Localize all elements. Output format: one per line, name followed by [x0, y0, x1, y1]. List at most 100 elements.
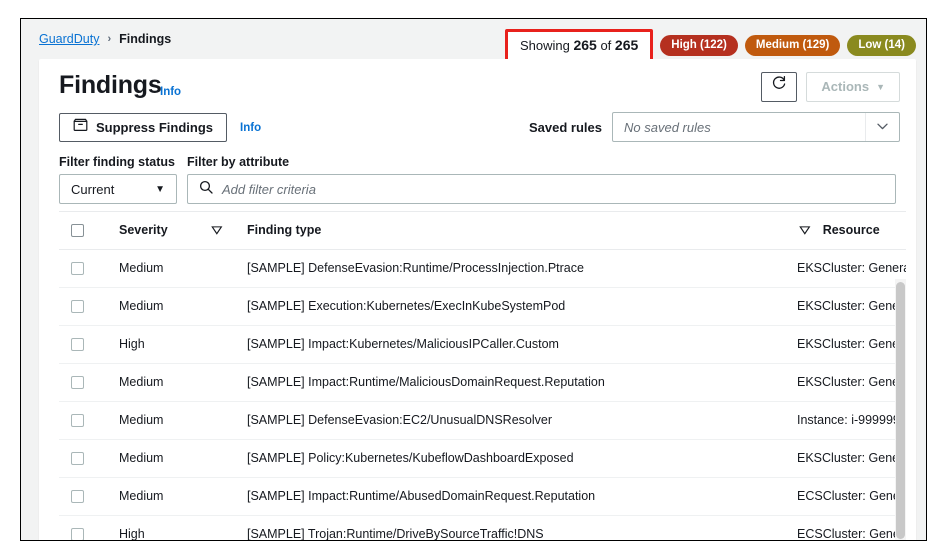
saved-rules-group: Saved rules No saved rules — [529, 112, 900, 142]
sort-descending-icon-resource[interactable]: ▽ — [800, 225, 810, 236]
filter-search-placeholder: Add filter criteria — [222, 181, 316, 197]
table-header-row: Severity ▽ Finding type ▽ Resource — [59, 212, 906, 250]
filter-row: Filter finding status Filter by attribut… — [39, 153, 916, 211]
row-checkbox[interactable] — [71, 489, 84, 503]
filter-search-input[interactable]: Add filter criteria — [187, 174, 896, 204]
filter-status-value: Current — [71, 181, 115, 197]
row-checkbox[interactable] — [71, 299, 84, 313]
archive-folder-icon — [73, 114, 88, 142]
findings-table: Severity ▽ Finding type ▽ Resource Mediu… — [59, 212, 906, 540]
row-select-cell — [59, 325, 119, 364]
filter-status-select[interactable]: Current ▼ — [59, 174, 177, 204]
actions-button[interactable]: Actions ▼ — [806, 72, 900, 102]
table-row[interactable]: High [SAMPLE] Impact:Kubernetes/Maliciou… — [59, 325, 906, 364]
breadcrumb: GuardDuty › Findings — [39, 32, 171, 46]
scrollbar-thumb[interactable] — [896, 282, 905, 539]
row-checkbox[interactable] — [71, 527, 84, 540]
refresh-icon — [771, 73, 787, 101]
row-finding-type[interactable]: [SAMPLE] Impact:Runtime/MaliciousDomainR… — [247, 363, 797, 402]
severity-pill-medium[interactable]: Medium (129) — [744, 35, 841, 56]
saved-rules-label: Saved rules — [529, 119, 602, 135]
screenshot-root: GuardDuty › Findings Showing 265 of 265 … — [0, 0, 931, 545]
card-header: Findings Info Actions ▼ — [39, 59, 916, 111]
table-row[interactable]: Medium [SAMPLE] Policy:Kubernetes/Kubefl… — [59, 439, 906, 478]
findings-table-head: Severity ▽ Finding type ▽ Resource — [59, 212, 906, 250]
console-page-frame: GuardDuty › Findings Showing 265 of 265 … — [20, 18, 927, 541]
table-row[interactable]: Medium [SAMPLE] Impact:Runtime/AbusedDom… — [59, 477, 906, 516]
row-resource: EKSCluster: Generat — [797, 325, 906, 364]
severity-pill-high[interactable]: High (122) — [660, 35, 738, 56]
row-severity: Medium — [119, 439, 247, 478]
row-severity: Medium — [119, 249, 247, 288]
row-resource: EKSCluster: Generat — [797, 363, 906, 402]
breadcrumb-current-findings: Findings — [119, 32, 172, 46]
breadcrumb-separator-icon: › — [107, 33, 112, 45]
suppress-findings-label: Suppress Findings — [96, 119, 214, 135]
title-info-link[interactable]: Info — [160, 86, 181, 98]
row-severity: Medium — [119, 477, 247, 516]
row-finding-type[interactable]: [SAMPLE] Impact:Runtime/AbusedDomainRequ… — [247, 477, 797, 516]
findings-counters: Showing 265 of 265 High (122) Medium (12… — [504, 29, 916, 62]
row-severity: High — [119, 325, 247, 364]
table-vertical-scrollbar[interactable] — [895, 279, 906, 540]
suppress-group: Suppress Findings Info — [59, 113, 261, 142]
row-select-cell — [59, 439, 119, 478]
showing-count: 265 — [573, 37, 597, 53]
th-finding-type[interactable]: Finding type — [247, 212, 797, 250]
row-finding-type[interactable]: [SAMPLE] Trojan:Runtime/DriveBySourceTra… — [247, 515, 797, 540]
row-checkbox[interactable] — [71, 413, 84, 427]
row-finding-type[interactable]: [SAMPLE] Execution:Kubernetes/ExecInKube… — [247, 287, 797, 326]
row-select-cell — [59, 515, 119, 540]
row-resource: EKSCluster: Generat — [797, 249, 906, 288]
th-severity[interactable]: Severity ▽ — [119, 212, 247, 250]
severity-pill-low[interactable]: Low (14) — [847, 35, 916, 56]
row-select-cell — [59, 287, 119, 326]
row-checkbox[interactable] — [71, 261, 84, 275]
table-row[interactable]: Medium [SAMPLE] Impact:Runtime/Malicious… — [59, 363, 906, 402]
table-row[interactable]: High [SAMPLE] Trojan:Runtime/DriveBySour… — [59, 515, 906, 540]
actions-label: Actions — [821, 79, 870, 94]
chevron-down-icon: ▼ — [155, 183, 165, 195]
suppress-info-link[interactable]: Info — [240, 122, 261, 134]
breadcrumb-link-guardduty[interactable]: GuardDuty — [39, 32, 99, 46]
filter-attribute-label: Filter by attribute — [187, 155, 290, 169]
search-icon — [199, 180, 213, 199]
row-select-cell — [59, 249, 119, 288]
row-resource: Instance: i-9999999 — [797, 401, 906, 440]
refresh-button[interactable] — [761, 72, 798, 102]
row-finding-type[interactable]: [SAMPLE] DefenseEvasion:Runtime/ProcessI… — [247, 249, 797, 288]
row-severity: Medium — [119, 363, 247, 402]
select-all-checkbox[interactable] — [71, 223, 84, 237]
th-resource[interactable]: ▽ Resource — [797, 212, 906, 250]
saved-rules-value: No saved rules — [624, 119, 711, 135]
row-severity: Medium — [119, 287, 247, 326]
chevron-down-icon: ▼ — [876, 82, 885, 92]
table-row[interactable]: Medium [SAMPLE] DefenseEvasion:EC2/Unusu… — [59, 401, 906, 440]
row-checkbox[interactable] — [71, 337, 84, 351]
showing-count-highlight: Showing 265 of 265 — [504, 29, 654, 62]
row-checkbox[interactable] — [71, 451, 84, 465]
showing-total: 265 — [614, 37, 639, 53]
showing-middle: of — [600, 38, 612, 53]
th-select-all — [59, 212, 119, 250]
th-finding-type-label: Finding type — [247, 223, 322, 237]
row-resource: ECSCluster: Generat — [797, 477, 906, 516]
row-finding-type[interactable]: [SAMPLE] Policy:Kubernetes/KubeflowDashb… — [247, 439, 797, 478]
row-checkbox[interactable] — [71, 375, 84, 389]
filter-status-label: Filter finding status — [59, 155, 175, 169]
suppress-saved-row: Suppress Findings Info Saved rules No sa… — [39, 111, 916, 153]
row-select-cell — [59, 477, 119, 516]
filter-controls: Current ▼ Add filter criteria — [59, 174, 896, 204]
table-row[interactable]: Medium [SAMPLE] DefenseEvasion:Runtime/P… — [59, 249, 906, 288]
row-select-cell — [59, 363, 119, 402]
row-resource: EKSCluster: Generat — [797, 439, 906, 478]
th-severity-label: Severity — [119, 223, 168, 237]
row-finding-type[interactable]: [SAMPLE] DefenseEvasion:EC2/UnusualDNSRe… — [247, 401, 797, 440]
saved-rules-select[interactable]: No saved rules — [612, 112, 900, 142]
row-finding-type[interactable]: [SAMPLE] Impact:Kubernetes/MaliciousIPCa… — [247, 325, 797, 364]
row-severity: High — [119, 515, 247, 540]
sort-descending-icon[interactable]: ▽ — [212, 225, 222, 236]
table-row[interactable]: Medium [SAMPLE] Execution:Kubernetes/Exe… — [59, 287, 906, 326]
suppress-findings-button[interactable]: Suppress Findings — [59, 113, 228, 142]
header-actions: Actions ▼ — [761, 72, 900, 102]
